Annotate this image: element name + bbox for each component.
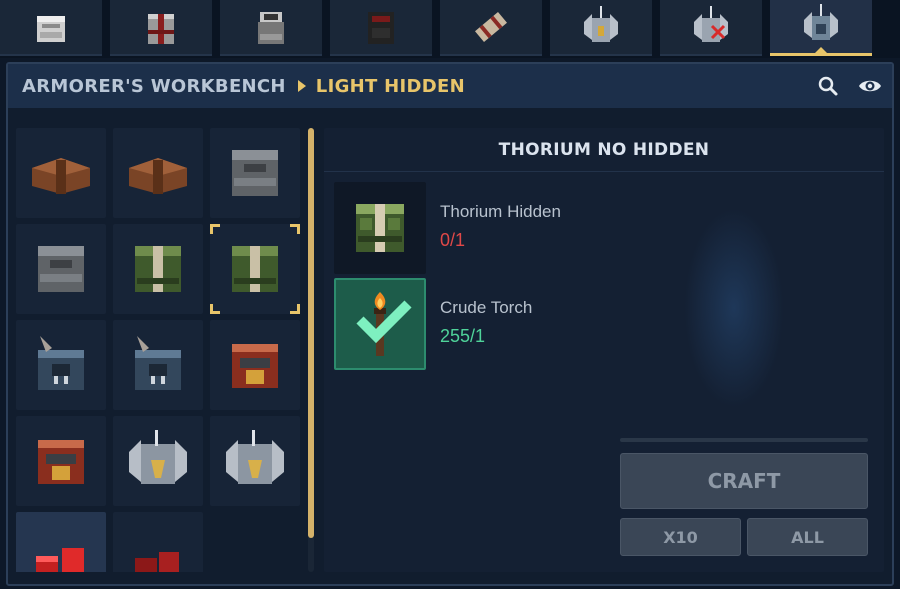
recipe-title: THORIUM NO HIDDEN [324,128,884,172]
recipe-slot[interactable] [16,416,106,506]
ingredient-name: Crude Torch [440,298,533,317]
wrapped-scroll-icon [475,11,507,43]
recipe-detail-pane: THORIUM NO HIDDEN Thorium Hidden 0/1 Cru… [324,128,884,572]
winged-helm-icon [584,6,618,42]
preview-glow [684,208,784,408]
recipe-scrollbar[interactable] [308,128,314,572]
red-gold-armor-icon [232,344,278,388]
search-icon[interactable] [816,74,840,98]
checkmark-icon [356,300,412,344]
craft-button[interactable]: CRAFT [620,453,868,509]
recipe-slot[interactable] [113,128,203,218]
recipe-slot[interactable] [113,320,203,410]
red-gold-armor-icon [38,440,84,484]
green-thorium-armor-icon [232,246,278,292]
silver-winged-armor-icon [226,430,284,484]
red-boots-icon [135,552,179,572]
craft-x10-button[interactable]: X10 [620,518,741,556]
recipe-slot[interactable] [16,224,106,314]
winged-helm-crossed-icon [694,6,728,42]
recipe-slot[interactable] [210,320,300,410]
silver-winged-armor-icon [129,430,187,484]
winged-helm-blue-icon [804,3,838,40]
recipe-grid [16,128,306,572]
tab-scroll[interactable] [440,0,542,56]
tab-winged-helm-crossed[interactable] [660,0,762,56]
tab-winged-helm-active[interactable] [770,0,872,56]
ingredient-name: Thorium Hidden [440,202,561,221]
green-thorium-armor-icon [135,246,181,292]
category-tab-strip [0,0,900,58]
ingredient-count: 255/1 [440,326,486,346]
ingredient-slot-thorium-hidden[interactable] [334,182,426,274]
recipe-scrollbar-thumb[interactable] [308,128,314,538]
recipe-slot[interactable] [16,320,106,410]
recipe-slot-hovered[interactable] [16,512,106,572]
grey-plate-armor-icon [38,246,84,292]
brown-leather-armor-icon [129,158,187,194]
brown-leather-armor-icon [32,158,90,194]
breadcrumb-arrow-icon [297,80,306,92]
blue-feathered-armor-icon [38,336,84,390]
workbench-header: ARMORER'S WORKBENCH LIGHT HIDDEN [8,64,892,108]
tab-winged-helm[interactable] [550,0,652,56]
craft-progress-bar [620,438,868,442]
workbench-panel: ARMORER'S WORKBENCH LIGHT HIDDEN THORIUM… [6,62,894,586]
tab-chest-white[interactable] [0,0,102,56]
red-boots-icon [36,548,84,572]
recipe-slot[interactable] [16,128,106,218]
recipe-slot[interactable] [113,416,203,506]
recipe-slot[interactable] [113,512,203,572]
ingredient-slot-crude-torch[interactable] [334,278,426,370]
tab-chest-red-trim[interactable] [110,0,212,56]
tab-chest-dark[interactable] [330,0,432,56]
tab-chest-grey[interactable] [220,0,322,56]
red-trim-armor-icon [148,14,174,44]
recipe-slot[interactable] [113,224,203,314]
recipe-slot-selected[interactable] [210,224,300,314]
recipe-slot[interactable] [210,416,300,506]
grey-plate-armor-icon [232,150,278,196]
green-thorium-armor-icon [356,204,404,252]
breadcrumb-workbench[interactable]: ARMORER'S WORKBENCH [22,76,286,97]
dark-red-armor-icon [368,12,394,44]
grey-armor-icon [258,12,284,44]
blue-feathered-armor-icon [135,336,181,390]
ingredient-count: 0/1 [440,230,466,250]
breadcrumb-category: LIGHT HIDDEN [315,75,465,97]
white-armor-icon [37,16,65,42]
eye-icon[interactable] [858,74,882,98]
recipe-slot[interactable] [210,128,300,218]
craft-all-button[interactable]: ALL [747,518,868,556]
